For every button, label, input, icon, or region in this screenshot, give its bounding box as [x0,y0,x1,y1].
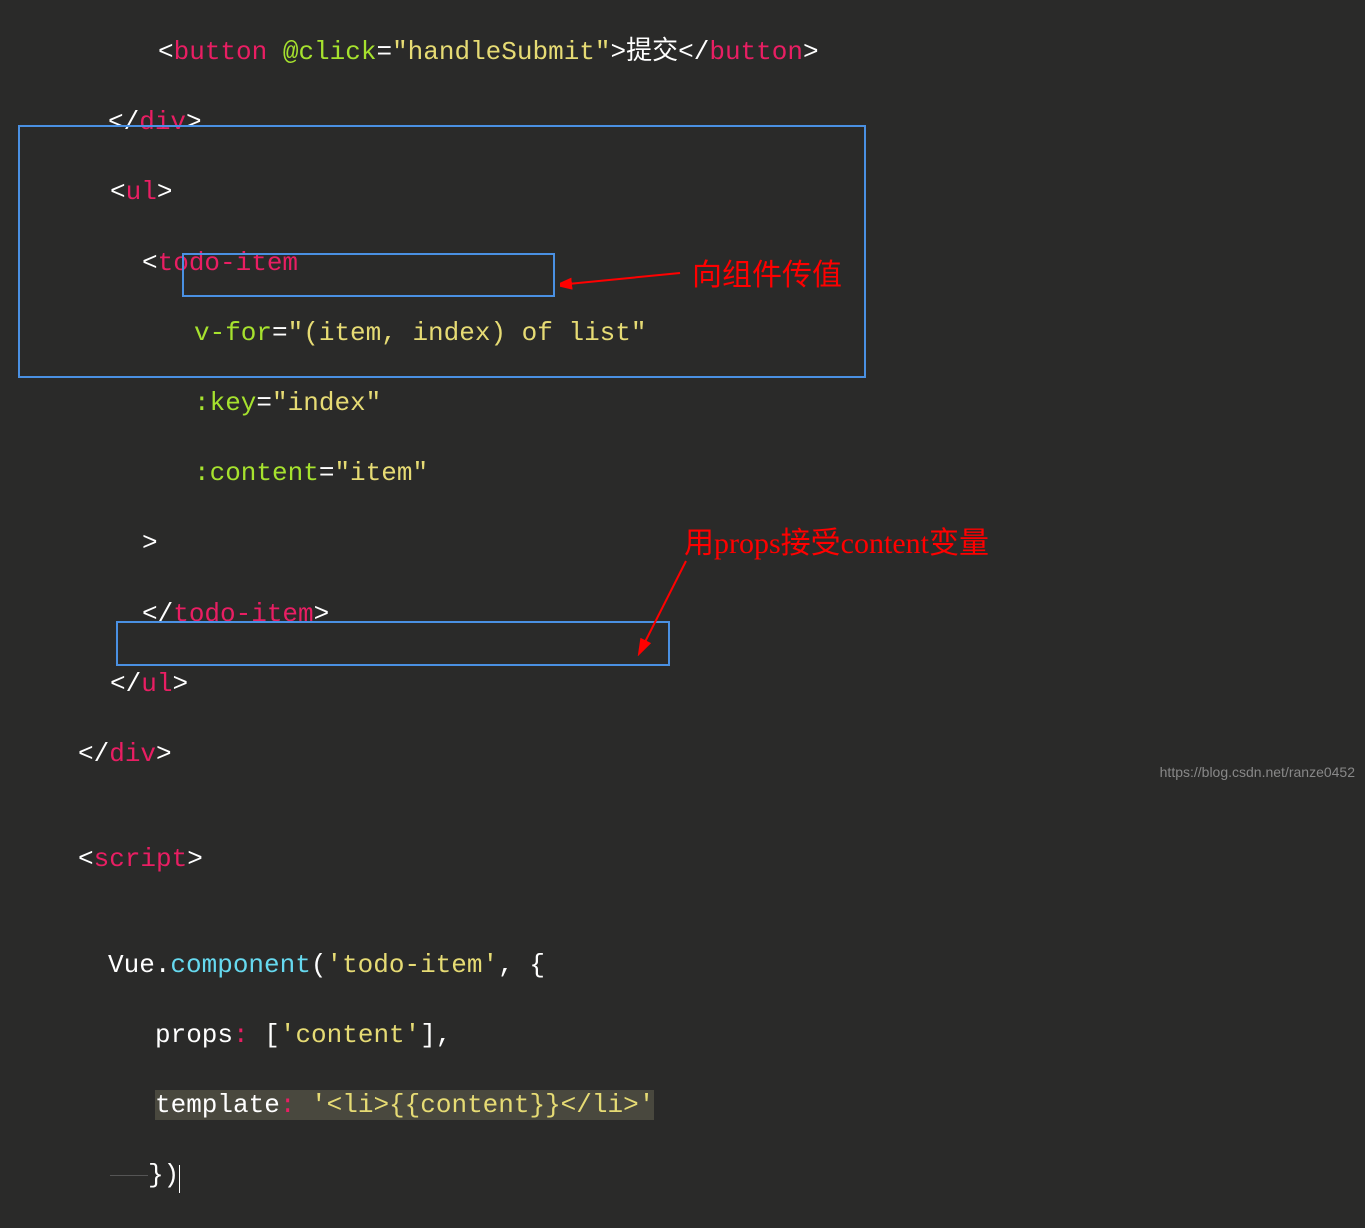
code-line: <todo-item [0,246,1365,281]
code-editor: <button @click="handleSubmit">提交</button… [0,0,1365,1228]
bracket: </ [142,599,173,629]
code-line: Vue.component('todo-item', { [0,948,1365,983]
string: "handleSubmit" [392,37,610,67]
brace: { [514,950,545,980]
code-line: props: ['content'], [0,1018,1365,1053]
equals: = [376,37,392,67]
tag-name: script [94,844,188,874]
bracket: > [157,177,173,207]
bracket: < [142,248,158,278]
bracket: </ [78,739,109,769]
bracket: </ [110,669,141,699]
comma: , [498,950,514,980]
code-line: </ul> [0,667,1365,702]
bracket: > [172,669,188,699]
tag-name: button [709,37,803,67]
code-line: :content="item" [0,456,1365,491]
bracket: > [803,37,819,67]
string: "item" [334,458,428,488]
paren: }) [148,1160,179,1190]
annotation-text: 用props接受content变量 [684,524,989,565]
tag-name: todo-item [158,248,298,278]
equals: = [256,388,272,418]
string: "(item, index) of list" [288,318,647,348]
tag-name: todo-item [173,599,313,629]
bracket: </ [678,37,709,67]
tag-name: button [174,37,268,67]
bracket: </ [108,107,139,137]
string: 'content' [280,1020,420,1050]
colon: : [233,1020,249,1050]
attribute: :content [194,458,319,488]
property: props [155,1020,233,1050]
cursor-icon [179,1165,180,1194]
identifier: Vue [108,950,155,980]
tag-name: div [139,107,186,137]
tag-name: ul [141,669,172,699]
dot: . [155,950,171,980]
code-line: <script> [0,842,1365,877]
equals: = [319,458,335,488]
annotation-text: 向组件传值 [692,256,842,297]
string: 'todo-item' [326,950,498,980]
bracket: > [156,739,172,769]
string: "index" [272,388,381,418]
bracket: > [142,528,158,558]
code-line: template: '<li>{{content}}</li>' [0,1088,1365,1123]
code-line: > [0,526,1365,561]
comma: , [436,1020,452,1050]
string: '<li>{{content}}</li>' [295,1090,654,1120]
fold-ruler [110,1175,148,1176]
attribute: :key [194,388,256,418]
paren: ( [311,950,327,980]
equals: = [272,318,288,348]
bracket: > [186,107,202,137]
bracket: < [110,177,126,207]
bracket: > [187,844,203,874]
bracket: ] [420,1020,436,1050]
text-content: 提交 [626,37,678,67]
function-name: component [170,950,310,980]
code-line: v-for="(item, index) of list" [0,316,1365,351]
attribute: v-for [194,318,272,348]
code-line: :key="index" [0,386,1365,421]
code-line: </todo-item> [0,597,1365,632]
bracket: > [611,37,627,67]
code-line: <button @click="handleSubmit">提交</button… [0,35,1365,70]
bracket: [ [249,1020,280,1050]
bracket: < [78,844,94,874]
property: template [155,1090,280,1120]
attribute: @click [267,37,376,67]
colon: : [280,1090,296,1120]
watermark: https://blog.csdn.net/ranze0452 [1160,763,1355,782]
code-line: <ul> [0,175,1365,210]
tag-name: ul [126,177,157,207]
code-line: }) [0,1158,1365,1193]
bracket: < [158,37,174,67]
code-line: </div> [0,105,1365,140]
tag-name: div [109,739,156,769]
bracket: > [314,599,330,629]
